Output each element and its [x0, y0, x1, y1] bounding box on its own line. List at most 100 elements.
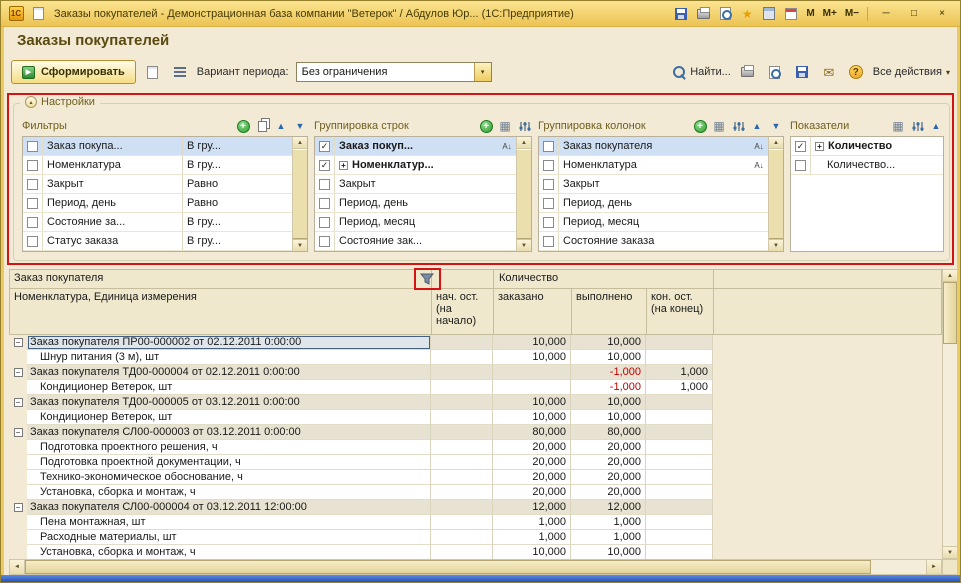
sliders-icon[interactable] [730, 118, 746, 134]
scroll-track[interactable] [943, 344, 957, 546]
column-grouping-scrollbar[interactable]: ▲ ▼ [768, 137, 783, 251]
report-row[interactable]: Установка, сборка и монтаж, ч10,00010,00… [9, 545, 942, 559]
add-icon[interactable]: + [478, 118, 494, 134]
settings-row[interactable]: Состояние заказа [539, 232, 768, 251]
settings-row[interactable]: Период, деньРавно [23, 194, 292, 213]
report-row[interactable]: Технико-экономическое обоснование, ч20,0… [9, 470, 942, 485]
settings-row[interactable]: НоменклатураА↓ [539, 156, 768, 175]
settings-row[interactable]: ЗакрытРавно [23, 175, 292, 194]
print-icon[interactable] [738, 62, 758, 82]
report-row[interactable]: Шнур питания (3 м), шт10,00010,000 [9, 350, 942, 365]
close-button[interactable]: × [930, 5, 954, 22]
vertical-scrollbar[interactable]: ▲ ▼ [942, 269, 958, 559]
move-down-icon[interactable]: ▼ [768, 118, 784, 134]
add-icon[interactable]: + [235, 118, 251, 134]
row-checkbox[interactable] [315, 175, 335, 193]
calculator-icon[interactable] [760, 5, 778, 23]
tree-collapse-icon[interactable]: − [9, 395, 27, 410]
table-icon[interactable]: ▦ [890, 118, 906, 134]
report-row[interactable]: −Заказ покупателя СЛ00-000004 от 03.12.2… [9, 500, 942, 515]
horizontal-scrollbar[interactable]: ◄ ► [9, 559, 942, 575]
settings-header[interactable]: ▴ Настройки [20, 96, 100, 108]
report-row[interactable]: Кондиционер Ветерок, шт10,00010,000 [9, 410, 942, 425]
report-row[interactable]: −Заказ покупателя ПР00-000002 от 02.12.2… [9, 335, 942, 350]
report-row[interactable]: Подготовка проектной документации, ч20,0… [9, 455, 942, 470]
row-checkbox[interactable] [539, 232, 559, 250]
preview-icon[interactable] [765, 62, 785, 82]
minimize-button[interactable]: ─ [874, 5, 898, 22]
tree-collapse-icon[interactable]: − [9, 500, 27, 515]
scroll-left-icon[interactable]: ◄ [10, 560, 25, 574]
row-checkbox[interactable] [23, 137, 43, 155]
copy-icon[interactable] [254, 118, 270, 134]
settings-row[interactable]: +Количество [791, 137, 943, 156]
opening-balance-header[interactable]: нач. ост. (на начало) [432, 289, 494, 334]
help-icon[interactable]: ? [846, 62, 866, 82]
report-row[interactable]: Кондиционер Ветерок, шт-1,0001,000 [9, 380, 942, 395]
scroll-thumb[interactable] [25, 560, 871, 574]
settings-row[interactable]: Количество... [791, 156, 943, 175]
table-icon[interactable]: ▦ [711, 118, 727, 134]
report-row[interactable]: Расходные материалы, шт1,0001,000 [9, 530, 942, 545]
row-checkbox[interactable] [539, 137, 559, 155]
scroll-down-icon[interactable]: ▼ [943, 546, 957, 558]
row-checkbox[interactable] [539, 213, 559, 231]
move-up-icon[interactable]: ▲ [749, 118, 765, 134]
settings-row[interactable]: Период, месяц [315, 213, 516, 232]
report-row[interactable]: Подготовка проектного решения, ч20,00020… [9, 440, 942, 455]
memory-button[interactable]: M [804, 8, 816, 19]
row-checkbox[interactable] [315, 232, 335, 250]
calendar-icon[interactable] [782, 5, 800, 23]
expand-icon[interactable]: + [815, 142, 824, 151]
settings-row[interactable]: Период, день [315, 194, 516, 213]
favorites-star-icon[interactable]: ★ [738, 5, 756, 23]
sliders-icon[interactable] [516, 118, 532, 134]
settings-row[interactable]: Период, день [539, 194, 768, 213]
row-checkbox[interactable] [23, 175, 43, 193]
memory-minus-button[interactable]: M− [843, 8, 861, 19]
closing-balance-header[interactable]: кон. ост. (на конец) [647, 289, 714, 334]
settings-row[interactable]: НоменклатураВ гру... [23, 156, 292, 175]
row-checkbox[interactable] [539, 156, 559, 174]
scroll-thumb[interactable] [517, 149, 531, 239]
fulfilled-header[interactable]: выполнено [572, 289, 647, 334]
settings-collapse-icon[interactable]: ▴ [25, 96, 37, 108]
move-up-icon[interactable]: ▲ [928, 118, 944, 134]
row-checkbox[interactable] [315, 194, 335, 212]
quantity-group-header[interactable]: Количество [494, 270, 714, 289]
move-down-icon[interactable]: ▼ [292, 118, 308, 134]
settings-row[interactable]: +Номенклатур... [315, 156, 516, 175]
tree-collapse-icon[interactable]: − [9, 365, 27, 380]
settings-row[interactable]: Статус заказаВ гру... [23, 232, 292, 251]
report-row[interactable]: Установка, сборка и монтаж, ч20,00020,00… [9, 485, 942, 500]
scroll-up-icon[interactable]: ▲ [293, 137, 307, 149]
nomenclature-column-header[interactable]: Номенклатура, Единица измерения [10, 289, 432, 334]
row-checkbox[interactable] [315, 156, 335, 174]
expand-icon[interactable]: + [339, 161, 348, 170]
row-checkbox[interactable] [539, 194, 559, 212]
settings-row[interactable]: Закрыт [539, 175, 768, 194]
scroll-up-icon[interactable]: ▲ [769, 137, 783, 149]
save-icon[interactable] [672, 5, 690, 23]
row-checkbox[interactable] [791, 156, 811, 174]
variant-select-icon[interactable] [143, 62, 163, 82]
move-up-icon[interactable]: ▲ [273, 118, 289, 134]
maximize-button[interactable]: □ [902, 5, 926, 22]
settings-row[interactable]: Период, месяц [539, 213, 768, 232]
period-variant-combobox[interactable]: Без ограничения ▾ [296, 62, 492, 82]
settings-row[interactable]: Состояние за...В гру... [23, 213, 292, 232]
email-icon[interactable]: ✉ [819, 62, 839, 82]
row-checkbox[interactable] [23, 194, 43, 212]
preview-icon[interactable] [716, 5, 734, 23]
document-icon[interactable] [29, 5, 47, 23]
order-column-header[interactable]: Заказ покупателя [10, 270, 432, 289]
scroll-down-icon[interactable]: ▼ [769, 239, 783, 251]
add-icon[interactable]: + [692, 118, 708, 134]
find-button[interactable]: Найти... [673, 66, 731, 79]
row-grouping-scrollbar[interactable]: ▲ ▼ [516, 137, 531, 251]
scroll-thumb[interactable] [769, 149, 783, 239]
settings-row[interactable]: Заказ покупа...В гру... [23, 137, 292, 156]
tree-collapse-icon[interactable]: − [9, 425, 27, 440]
row-checkbox[interactable] [315, 213, 335, 231]
scroll-up-icon[interactable]: ▲ [517, 137, 531, 149]
